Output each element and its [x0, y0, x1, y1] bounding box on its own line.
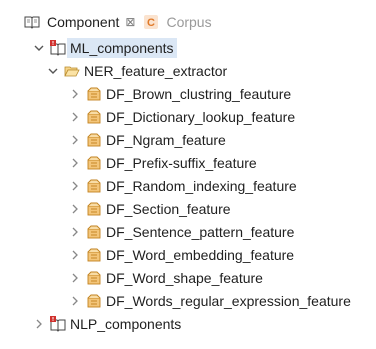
class-c-icon: C: [143, 14, 159, 30]
chevron-right-icon[interactable]: [68, 225, 82, 239]
tree-item-ml-components[interactable]: ML_components: [0, 36, 376, 59]
tree-item-package[interactable]: DF_Prefix-suffix_feature: [0, 151, 376, 174]
tree-item-label: DF_Dictionary_lookup_feature: [106, 108, 296, 125]
tree-item-nlp-components[interactable]: NLP_components: [0, 312, 376, 335]
chevron-right-icon[interactable]: [68, 179, 82, 193]
tab-component[interactable]: Component ⊠: [20, 10, 139, 34]
tree-item-label: DF_Word_embedding_feature: [106, 246, 295, 263]
package-icon: [86, 86, 102, 102]
tree-item-label: DF_Word_shape_feature: [106, 269, 263, 286]
package-icon: [86, 224, 102, 240]
tab-corpus-label: Corpus: [166, 14, 212, 30]
tree-item-package[interactable]: DF_Ngram_feature: [0, 128, 376, 151]
chevron-right-icon[interactable]: [68, 133, 82, 147]
chevron-down-icon[interactable]: [32, 41, 46, 55]
tree-item-label: DF_Words_regular_expression_feature: [106, 292, 351, 309]
tree-item-label: NER_feature_extractor: [84, 62, 228, 79]
project-tree: ML_components NER_feature_extractor DF_B…: [0, 36, 376, 335]
package-icon: [86, 270, 102, 286]
chevron-right-icon[interactable]: [68, 271, 82, 285]
book-icon: [24, 14, 40, 30]
chevron-right-icon[interactable]: [68, 248, 82, 262]
tree-item-label: DF_Prefix-suffix_feature: [106, 154, 257, 171]
package-icon: [86, 293, 102, 309]
tree-item-package[interactable]: DF_Word_shape_feature: [0, 266, 376, 289]
chevron-right-icon[interactable]: [68, 156, 82, 170]
close-icon[interactable]: ⊠: [125, 16, 135, 28]
tab-corpus[interactable]: C Corpus: [139, 10, 215, 34]
package-icon: [86, 201, 102, 217]
tree-item-package[interactable]: DF_Words_regular_expression_feature: [0, 289, 376, 312]
tree-item-ner-feature-extractor[interactable]: NER_feature_extractor: [0, 59, 376, 82]
tree-item-package[interactable]: DF_Dictionary_lookup_feature: [0, 105, 376, 128]
tree-item-package[interactable]: DF_Brown_clustring_feauture: [0, 82, 376, 105]
tree-item-label: DF_Sentence_pattern_feature: [106, 223, 295, 240]
tree-item-package[interactable]: DF_Word_embedding_feature: [0, 243, 376, 266]
tree-item-package[interactable]: DF_Random_indexing_feature: [0, 174, 376, 197]
tree-item-package[interactable]: DF_Section_feature: [0, 197, 376, 220]
book-error-icon: [50, 315, 66, 332]
package-icon: [86, 155, 102, 171]
chevron-down-icon[interactable]: [46, 64, 60, 78]
tree-item-label: DF_Ngram_feature: [106, 131, 226, 148]
package-icon: [86, 178, 102, 194]
chevron-right-icon[interactable]: [68, 294, 82, 308]
chevron-right-icon[interactable]: [68, 202, 82, 216]
tab-bar: Component ⊠ C Corpus: [0, 10, 376, 34]
package-icon: [86, 132, 102, 148]
chevron-right-icon[interactable]: [68, 110, 82, 124]
chevron-right-icon[interactable]: [68, 87, 82, 101]
tree-item-label: DF_Brown_clustring_feauture: [106, 85, 292, 102]
tree-item-label: ML_components: [67, 37, 177, 58]
open-folder-icon: [64, 63, 80, 79]
tree-item-label: DF_Section_feature: [106, 200, 231, 217]
chevron-right-icon[interactable]: [32, 317, 46, 331]
book-error-icon: [50, 39, 66, 56]
package-icon: [86, 109, 102, 125]
tree-item-label: DF_Random_indexing_feature: [106, 177, 297, 194]
tab-component-label: Component: [47, 14, 120, 30]
package-icon: [86, 247, 102, 263]
tree-item-label: NLP_components: [70, 315, 182, 332]
tree-item-package[interactable]: DF_Sentence_pattern_feature: [0, 220, 376, 243]
svg-text:C: C: [147, 17, 155, 29]
